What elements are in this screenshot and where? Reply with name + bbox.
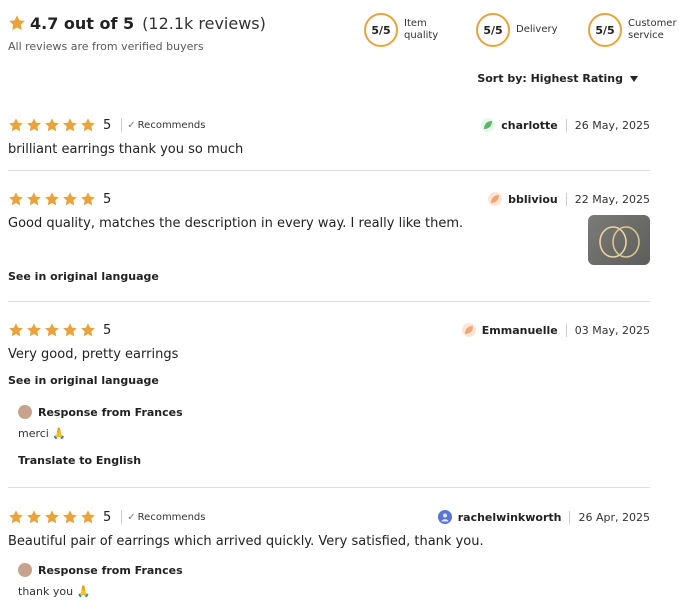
avatar: [488, 192, 503, 206]
review-text: brilliant earrings thank you so much: [8, 142, 244, 157]
rating-number: 5: [103, 117, 112, 133]
username-link[interactable]: bbliviou: [508, 193, 558, 206]
review-text: Beautiful pair of earrings which arrived…: [8, 534, 484, 549]
verified-note: All reviews are from verified buyers: [8, 40, 204, 53]
star-icon: [8, 322, 24, 338]
review-text: Good quality, matches the description in…: [8, 216, 464, 231]
caret-down-icon: [630, 75, 638, 82]
reviewer-meta: rachelwinkworth 26 Apr, 2025: [437, 508, 650, 526]
review-count: (12.1k reviews): [142, 13, 266, 33]
star-icon: [80, 322, 96, 338]
star-icon: [26, 322, 42, 338]
star-icon: [26, 509, 42, 525]
check-icon: ✓: [127, 511, 136, 523]
avatar: [481, 118, 496, 132]
star-icon: [44, 322, 60, 338]
star-icon: [44, 191, 60, 207]
seller-response: Response from Frances thank you 🙏: [18, 563, 650, 598]
score-circle: 5/5: [588, 13, 622, 47]
score-label: Item quality: [404, 18, 439, 41]
leaf-icon: [491, 195, 500, 203]
reviewer-meta: charlotte 26 May, 2025: [481, 116, 650, 134]
username-link[interactable]: rachelwinkworth: [458, 511, 562, 524]
category-scores: 5/5 Item quality 5/5 Delivery 5/5 Custom…: [364, 13, 680, 47]
rating-summary: 4.7 out of 5 (12.1k reviews) All reviews…: [8, 12, 266, 54]
star-icon: [8, 117, 24, 133]
seller-response: Response from Frances merci 🙏 Translate …: [18, 405, 650, 467]
see-original-link[interactable]: See in original language: [8, 374, 650, 387]
divider: [8, 487, 650, 488]
rating-number: 5: [103, 191, 112, 207]
leaf-icon: [484, 121, 493, 129]
check-icon: ✓: [127, 119, 136, 131]
star-icon: [26, 117, 42, 133]
star-icon: [62, 322, 78, 338]
star-icon: [44, 509, 60, 525]
reviewer-meta: bbliviou 22 May, 2025: [488, 190, 650, 208]
star-icon: [80, 509, 96, 525]
score-circle: 5/5: [364, 13, 398, 47]
star-icon: [62, 117, 78, 133]
sort-label: Sort by: Highest Rating: [477, 72, 623, 85]
leaf-icon: [464, 326, 473, 334]
star-icon: [8, 191, 24, 207]
seller-avatar: [18, 405, 32, 419]
review-date: 26 May, 2025: [565, 118, 650, 132]
score-circle: 5/5: [476, 13, 510, 47]
response-title: Response from Frances: [38, 405, 183, 419]
review-text: Very good, pretty earrings: [8, 347, 179, 362]
review-item: 5 ✓ Recommends rachelwinkworth 26 Apr, 2…: [8, 508, 650, 599]
response-text: thank you 🙏: [18, 585, 91, 598]
recommends-badge: ✓ Recommends: [121, 510, 205, 524]
star-icon: [8, 14, 26, 32]
seller-avatar: [18, 563, 32, 577]
sort-dropdown[interactable]: Sort by: Highest Rating: [477, 72, 638, 85]
rating-number: 5: [103, 322, 112, 338]
response-text: merci 🙏: [18, 427, 67, 440]
review-photo[interactable]: [588, 215, 650, 265]
score-customer-service: 5/5 Customer service: [588, 13, 680, 47]
review-item: 5 Emmanuelle 03 May, 2025 Very good, pre…: [8, 321, 650, 468]
star-icon: [62, 191, 78, 207]
avatar: [461, 323, 476, 337]
translate-link[interactable]: Translate to English: [18, 454, 650, 467]
star-icon: [8, 509, 24, 525]
username-link[interactable]: Emmanuelle: [482, 324, 558, 337]
review-date: 26 Apr, 2025: [569, 510, 650, 524]
score-item-quality: 5/5 Item quality: [364, 13, 456, 47]
review-date: 22 May, 2025: [565, 192, 650, 206]
star-icon: [62, 509, 78, 525]
review-item: 5 ✓ Recommends charlotte 26 May, 2025 br…: [8, 116, 650, 158]
score-delivery: 5/5 Delivery: [476, 13, 568, 47]
score-label: Customer service: [628, 18, 677, 41]
avatar: [437, 510, 452, 524]
recommends-badge: ✓ Recommends: [121, 118, 205, 132]
score-label: Delivery: [516, 24, 558, 35]
star-icon: [26, 191, 42, 207]
star-icon: [80, 117, 96, 133]
response-title: Response from Frances: [38, 563, 183, 577]
review-item: 5 bbliviou 22 May, 2025 Good quality, ma…: [8, 190, 650, 283]
user-icon: [441, 513, 449, 522]
rating-number: 5: [103, 509, 112, 525]
divider: [8, 170, 650, 171]
star-icon: [44, 117, 60, 133]
see-original-link[interactable]: See in original language: [8, 270, 159, 283]
review-date: 03 May, 2025: [565, 323, 650, 337]
reviewer-meta: Emmanuelle 03 May, 2025: [461, 321, 650, 339]
recommends-label: Recommends: [137, 119, 206, 131]
earrings-image: [599, 226, 640, 258]
average-rating: 4.7 out of 5: [30, 13, 135, 33]
star-icon: [80, 191, 96, 207]
divider: [8, 301, 650, 302]
username-link[interactable]: charlotte: [501, 119, 558, 132]
recommends-label: Recommends: [137, 511, 206, 523]
